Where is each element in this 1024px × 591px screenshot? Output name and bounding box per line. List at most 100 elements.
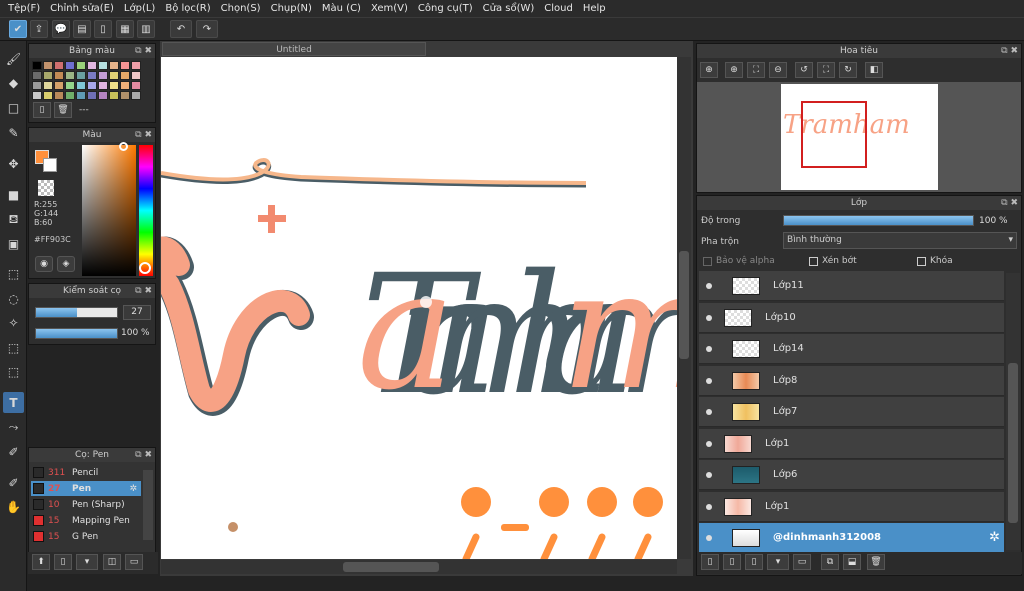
menu-help[interactable]: Help <box>581 3 614 14</box>
protect-alpha-checkbox[interactable] <box>703 257 712 266</box>
magic-wand-tool-icon[interactable]: ✧ <box>3 312 24 333</box>
operation-tool-icon[interactable]: ⤳ <box>3 417 24 438</box>
color-swatch[interactable] <box>32 91 42 100</box>
color-swatch[interactable] <box>131 81 141 90</box>
rect-select-tool-icon[interactable]: □ <box>3 97 24 118</box>
note-icon-button[interactable]: ▤ <box>73 20 91 38</box>
fit-view-icon[interactable]: ⛶ <box>817 62 835 78</box>
gear-icon[interactable]: ✲ <box>989 530 1000 545</box>
menu-window[interactable]: Cửa sổ(W) <box>481 3 543 14</box>
color-swatch[interactable] <box>54 61 64 70</box>
rotate-left-icon[interactable]: ↺ <box>795 62 813 78</box>
menu-capture[interactable]: Chụp(N) <box>269 3 320 14</box>
transparent-color[interactable] <box>38 180 54 196</box>
color-swatch[interactable] <box>87 61 97 70</box>
layer-row[interactable]: Lớp14 <box>699 334 1004 364</box>
move-tool-icon[interactable]: ✥ <box>3 153 24 174</box>
color-swatch[interactable] <box>43 91 53 100</box>
select-pen-tool-icon[interactable]: ⬚ <box>3 337 24 358</box>
color-swatch[interactable] <box>87 81 97 90</box>
eye-icon[interactable] <box>706 314 712 321</box>
color-swatch[interactable] <box>32 81 42 90</box>
brush-opacity-slider[interactable] <box>35 328 118 339</box>
export-icon-button[interactable]: ⇪ <box>30 20 48 38</box>
brush-settings-icon[interactable]: ◫ <box>103 554 121 570</box>
panel-controls-icon[interactable]: ⧉ ✖ <box>135 448 152 462</box>
hand-tool-icon[interactable]: ✋ <box>3 496 24 517</box>
panel-controls-icon[interactable]: ⧉ ✖ <box>1001 196 1018 210</box>
menu-layer[interactable]: Lớp(L) <box>122 3 163 14</box>
eye-icon[interactable] <box>706 440 712 447</box>
horizontal-scroll-thumb[interactable] <box>343 562 439 572</box>
color-swatch[interactable] <box>98 71 108 80</box>
color-swatch[interactable] <box>98 91 108 100</box>
eye-icon[interactable] <box>706 377 712 384</box>
color-swatch[interactable] <box>54 71 64 80</box>
rotate-right-icon[interactable]: ↻ <box>839 62 857 78</box>
color-swatch[interactable] <box>32 61 42 70</box>
layer-list-scrollbar[interactable] <box>1006 273 1020 550</box>
brush-size-slider[interactable] <box>35 307 118 318</box>
layer-row[interactable]: Lớp7 <box>699 397 1004 427</box>
saturation-value-picker[interactable] <box>82 145 136 276</box>
panel-controls-icon[interactable]: ⧉ ✖ <box>135 284 152 298</box>
menu-view[interactable]: Xem(V) <box>369 3 416 14</box>
layer-row[interactable]: @dinhmanh312008 ✲ <box>699 523 1004 553</box>
panel-controls-icon[interactable]: ⧉ ✖ <box>1001 44 1018 58</box>
color-swatch[interactable] <box>43 81 53 90</box>
delete-layer-icon[interactable]: 🗑 <box>867 554 885 570</box>
gradient-tool-icon[interactable]: ▣ <box>3 233 24 254</box>
bucket-tool-icon[interactable]: ⛾ <box>3 209 24 230</box>
select-tool-icon[interactable]: ⬚ <box>3 263 24 284</box>
layer-row[interactable]: Lớp8 <box>699 365 1004 396</box>
navigator-view[interactable]: Tramham <box>697 82 1021 192</box>
color-swatch[interactable] <box>65 91 75 100</box>
color-swatch[interactable] <box>109 91 119 100</box>
fill-rect-tool-icon[interactable]: ■ <box>3 184 24 205</box>
color-swatch[interactable] <box>120 91 130 100</box>
merge-layer-icon[interactable]: ⬓ <box>843 554 861 570</box>
eyedropper-tool-icon[interactable]: ✐ <box>3 441 24 462</box>
color-swatch[interactable] <box>109 81 119 90</box>
background-color[interactable] <box>43 158 57 172</box>
grid-icon-button[interactable]: ▦ <box>116 20 134 38</box>
color-swatch[interactable] <box>131 61 141 70</box>
canvas-vertical-scrollbar[interactable] <box>677 57 691 559</box>
eraser-tool-icon[interactable]: ◆ <box>3 72 24 93</box>
brush-folder-icon[interactable]: ▭ <box>125 554 143 570</box>
color-swatch[interactable] <box>43 71 53 80</box>
color-swatch[interactable] <box>65 71 75 80</box>
color-swatch[interactable] <box>87 91 97 100</box>
color-swatch[interactable] <box>76 91 86 100</box>
document-tab[interactable]: Untitled <box>162 42 426 56</box>
color-swatch[interactable] <box>120 61 130 70</box>
new-1bit-layer-icon[interactable]: ▯ <box>745 554 763 570</box>
new-layer-icon[interactable]: ▯ <box>701 554 719 570</box>
vertical-scroll-thumb[interactable] <box>679 251 689 359</box>
color-swatch[interactable] <box>76 61 86 70</box>
color-swatch[interactable] <box>65 81 75 90</box>
redo-button[interactable]: ↷ <box>196 20 218 38</box>
color-swatch[interactable] <box>43 61 53 70</box>
layer-opacity-slider[interactable] <box>783 215 974 226</box>
layer-row[interactable]: Lớp11 <box>699 271 1004 301</box>
menu-color[interactable]: Màu (C) <box>320 3 369 14</box>
clip-checkbox[interactable] <box>809 257 818 266</box>
blend-mode-select[interactable]: Bình thường ▾ <box>783 232 1017 249</box>
menu-tools[interactable]: Công cụ(T) <box>416 3 481 14</box>
brush-item[interactable]: 10 Pen (Sharp) <box>31 497 141 512</box>
eye-icon[interactable] <box>706 283 712 289</box>
layer-row[interactable]: Lớp10 <box>699 302 1004 333</box>
pen-tool-icon[interactable]: ✎ <box>3 122 24 143</box>
duplicate-layer-icon[interactable]: ⧉ <box>821 554 839 570</box>
color-swatch[interactable] <box>87 71 97 80</box>
layer-scroll-thumb[interactable] <box>1008 363 1018 523</box>
color-swatch[interactable] <box>109 61 119 70</box>
brush-item[interactable]: 311 Pencil <box>31 465 141 480</box>
eye-icon[interactable] <box>706 535 712 541</box>
add-brush-icon[interactable]: ⬆ <box>32 554 50 570</box>
brush-tool-icon[interactable]: 🖌 <box>3 48 24 69</box>
color-picker-icon[interactable]: ◈ <box>57 256 75 272</box>
menu-file[interactable]: Tệp(F) <box>6 3 48 14</box>
brush-list-scrollbar[interactable] <box>143 470 153 540</box>
